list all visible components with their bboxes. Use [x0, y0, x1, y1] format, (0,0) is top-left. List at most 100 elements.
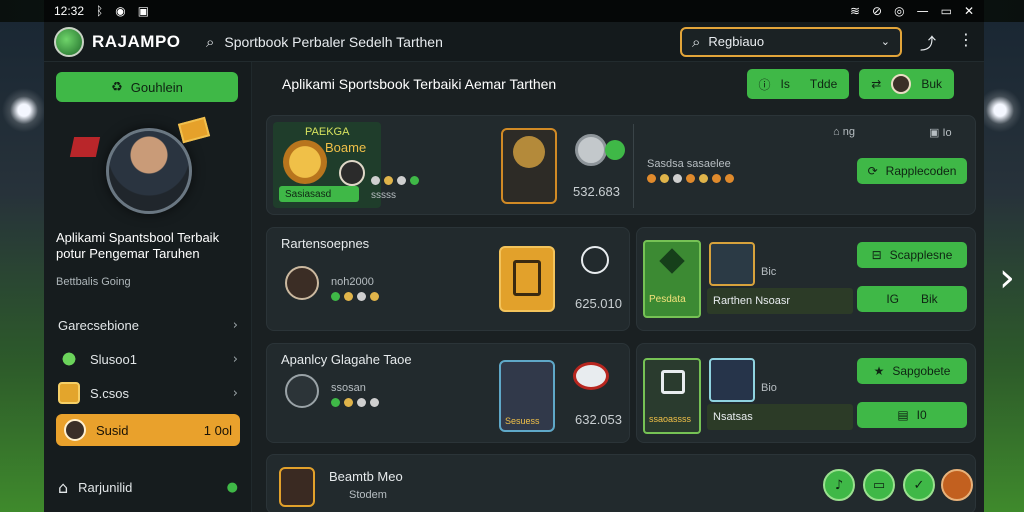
compass-icon [581, 246, 609, 274]
odds-button[interactable]: ▤ I0 [857, 402, 967, 428]
bet-strip: Nsatsas [707, 404, 853, 430]
profile-sub: Stodem [349, 489, 387, 501]
chevron-right-icon: › [232, 317, 238, 333]
card-label: PAEKGA [305, 126, 350, 138]
team-label: Pesdata [649, 294, 686, 305]
toggle-icon: ⇄ [871, 77, 882, 91]
info-icon: ⓘ [758, 77, 771, 92]
music-icon[interactable]: ♪ [823, 469, 855, 501]
region-dropdown[interactable]: ⌕ Regbiauo ⌄ [680, 26, 902, 57]
app-name: RAJAMPO [92, 31, 181, 51]
match-card[interactable]: Rartensoepnes noh2000 625.010 [266, 227, 630, 331]
card-title: Rartensoepnes [281, 236, 370, 251]
game-tile[interactable] [499, 246, 555, 312]
bet-card[interactable]: Pesdata Bic Rarthen Nsoasr ⊟ Scapplesne … [636, 227, 976, 331]
sidebar-menu: Garecsebione › Slusoo1 › S.csos › Susid … [44, 308, 252, 450]
odds-value: 532.683 [573, 184, 620, 199]
chart-icon: ▤ [897, 408, 909, 422]
chevron-right-icon[interactable]: › [994, 252, 1020, 304]
flag-icon [69, 137, 101, 157]
sidebar-footer: ⌂ Rarjunilid ● [44, 470, 252, 504]
chat-icon[interactable]: ▭ [863, 469, 895, 501]
avatar [891, 74, 912, 94]
tile-label: Sesuess [505, 416, 540, 426]
live-icon [605, 140, 625, 160]
dropdown-value: Regbiauo [708, 34, 765, 49]
match-card[interactable]: Apanlcy Glagahe Taoe ssosan Sesuess 632.… [266, 343, 630, 443]
shield-icon: ◉ [115, 4, 126, 18]
sidebar-section-header[interactable]: Garecsebione › [44, 308, 252, 342]
place-bet-button[interactable]: ⊟ Scapplesne [857, 242, 967, 268]
avatar [279, 467, 315, 507]
sidebar-item-1[interactable]: Slusoo1 › [44, 342, 252, 376]
avatar[interactable] [941, 469, 973, 501]
lock-icon: ⊟ [871, 248, 882, 262]
card-stats: Sasdsa sasaelee [647, 158, 731, 170]
card-badge: Sasiasasd [279, 186, 359, 202]
bluetooth-icon: ᛒ [96, 4, 104, 18]
signal-icon: ◎ [894, 4, 905, 18]
search-icon[interactable]: ⌕ [206, 33, 214, 51]
helmet-icon [285, 374, 319, 408]
sidebar-cta-button[interactable]: ♻ Gouhlein [56, 72, 238, 102]
player-image [709, 358, 755, 402]
share-icon[interactable]: ⤴ [920, 30, 936, 54]
game-tile[interactable] [501, 128, 557, 204]
chevron-right-icon: › [232, 351, 238, 367]
main-content: Aplikami Sportsbook Terbaiki Aemar Tarth… [252, 62, 984, 512]
gold-icon [58, 382, 80, 404]
card-right-a: ⌂ ng [833, 126, 855, 138]
close-icon[interactable]: ✕ [964, 4, 974, 18]
sidebar-item-label: S.csos [90, 385, 130, 401]
minimize-icon[interactable]: — [917, 4, 929, 18]
sidebar-footer-item[interactable]: ⌂ Rarjunilid ● [44, 470, 252, 504]
trophy-icon [283, 140, 327, 184]
support-button[interactable]: ★ Sapgobete [857, 358, 967, 384]
ticket-icon [177, 116, 211, 144]
odds-sub: Bik [921, 292, 938, 306]
sidebar-item-active[interactable]: Susid 1 0ol [56, 414, 240, 446]
sidebar-item-value: 1 0ol [203, 422, 232, 438]
avatar [64, 419, 86, 441]
shield-icon [575, 134, 607, 166]
odds-label: IG [886, 292, 899, 306]
profile-button[interactable]: ⇄ Buk [859, 69, 954, 99]
odds-label: I0 [916, 408, 927, 422]
apply-button[interactable]: ⟳ Rapplecoden [857, 158, 967, 184]
avatar [339, 160, 365, 186]
sidebar-item-2[interactable]: S.csos › [44, 376, 252, 410]
card-sub: Boame [325, 140, 367, 155]
featured-card[interactable]: PAEKGA Boame Sasiasasd sssss 532.683 Sas… [266, 115, 976, 215]
right-sub: Bio [761, 382, 777, 394]
support-label: Sapgobete [892, 364, 951, 378]
game-tile[interactable]: Sesuess [499, 360, 555, 432]
search-input[interactable] [224, 33, 625, 50]
filter-button[interactable]: ⓘ Is Tdde [746, 69, 850, 99]
main-header: Aplikami Sportsbook Terbaiki Aemar Tarth… [252, 62, 984, 106]
profile-name: Beamtb Meo [329, 469, 403, 484]
odds-value: 625.010 [575, 296, 622, 311]
rating-dots [371, 176, 419, 185]
divider [633, 124, 634, 208]
player-avatar [106, 128, 192, 214]
odds-button[interactable]: IG Bik [857, 286, 967, 312]
bet-card[interactable]: ssaoassss Bio Nsatsas ★ Sapgobete ▤ I0 [636, 343, 976, 443]
card-note: sssss [371, 190, 396, 201]
home-icon: ⌂ [58, 477, 69, 497]
sidebar: ♻ Gouhlein Aplikami Spantsbool Terbaik p… [44, 62, 252, 512]
ball-icon [513, 136, 545, 168]
section-title: Garecsebione [58, 317, 139, 333]
card-right-a-label: ng [842, 126, 855, 138]
refresh-icon: ⟳ [867, 164, 878, 178]
goal-icon [661, 370, 685, 394]
match-row: noh2000 [331, 276, 374, 288]
profile-card[interactable]: Beamtb Meo Stodem ♪ ▭ ✓ [266, 454, 976, 512]
page-title: Aplikami Sportsbook Terbaiki Aemar Tarth… [282, 76, 557, 92]
more-icon[interactable]: ⋮ [958, 30, 974, 54]
app-logo[interactable] [54, 26, 84, 57]
filter-label: Is [780, 77, 790, 91]
message-icon[interactable]: ✓ [903, 469, 935, 501]
team-tile[interactable]: Pesdata [643, 240, 701, 318]
crest-icon [709, 242, 755, 286]
team-tile[interactable]: ssaoassss [643, 358, 701, 434]
